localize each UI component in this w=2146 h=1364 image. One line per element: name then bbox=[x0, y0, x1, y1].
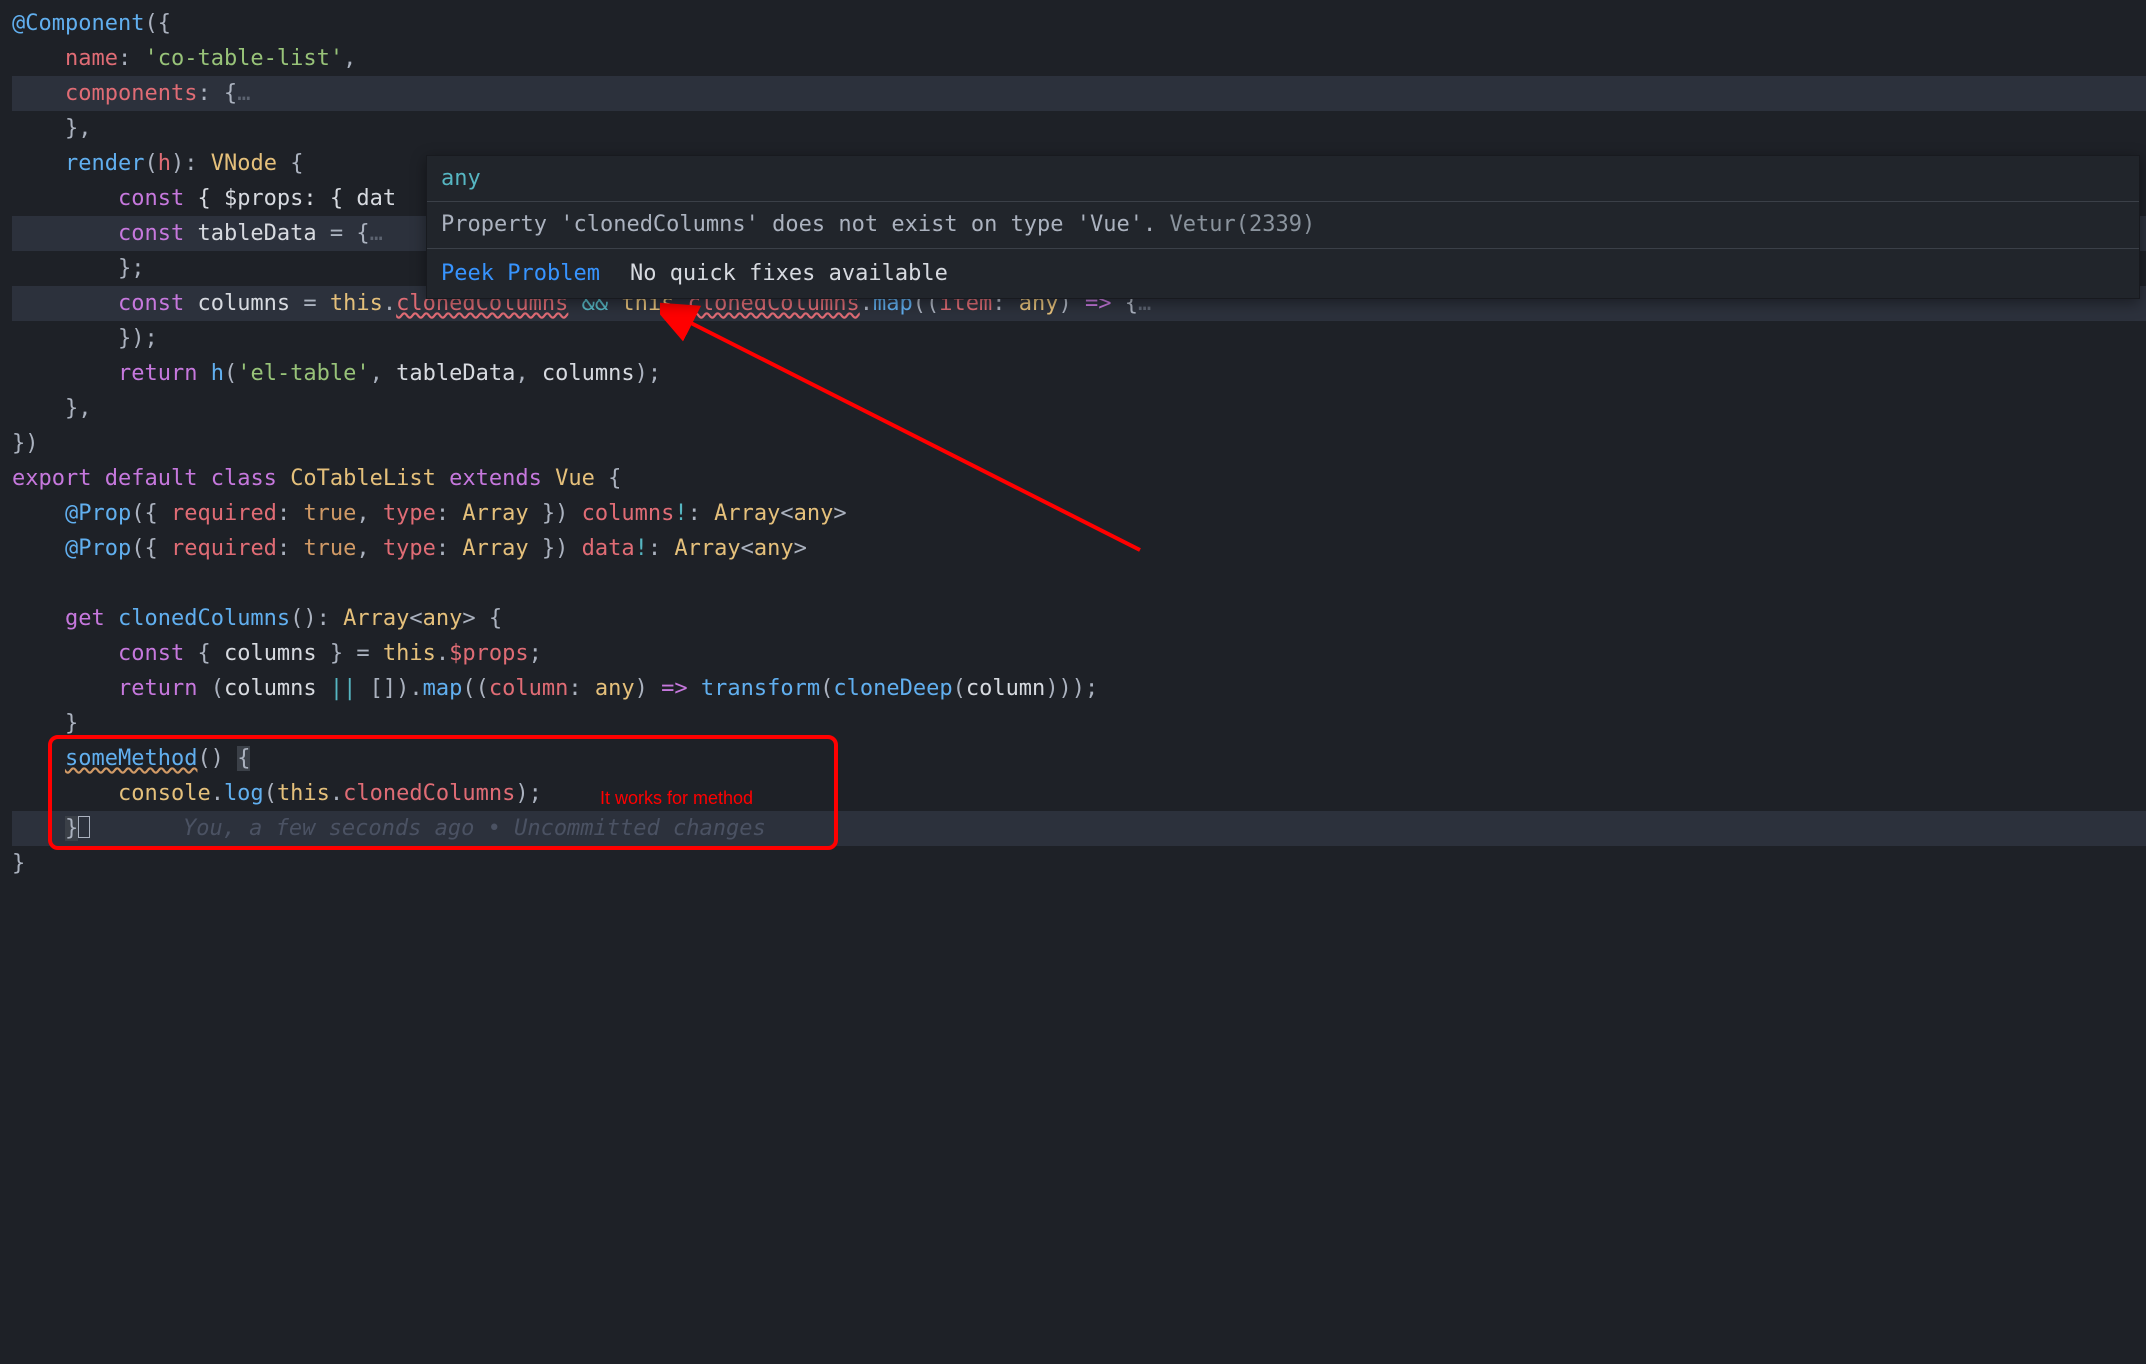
method-somemethod: someMethod bbox=[65, 746, 197, 771]
code-line[interactable]: }); bbox=[12, 321, 2146, 356]
type-array: Array bbox=[674, 536, 740, 561]
fn-h: h bbox=[211, 361, 224, 386]
hover-actions: Peek Problem No quick fixes available bbox=[427, 248, 2139, 298]
code-line[interactable] bbox=[12, 566, 2146, 601]
prop-type: type bbox=[383, 536, 436, 561]
annotation-text: It works for method bbox=[600, 788, 770, 810]
var-ref: column bbox=[966, 676, 1045, 701]
hover-source: Vetur(2339) bbox=[1170, 212, 1316, 237]
prop-required: required bbox=[171, 501, 277, 526]
code-line[interactable]: }) bbox=[12, 426, 2146, 461]
code-line[interactable]: console.log(this.clonedColumns); bbox=[12, 776, 2146, 811]
type-vnode: VNode bbox=[211, 151, 277, 176]
var-columns: columns bbox=[197, 291, 290, 316]
op-bang: ! bbox=[635, 536, 648, 561]
kw-const: const bbox=[118, 641, 184, 666]
fn-transform: transform bbox=[701, 676, 820, 701]
code-line[interactable]: components: {… bbox=[12, 76, 2146, 111]
field-data: data bbox=[582, 536, 635, 561]
method-render: render bbox=[65, 151, 144, 176]
kw-class: class bbox=[211, 466, 277, 491]
method-log: log bbox=[224, 781, 264, 806]
code-editor[interactable]: @Component({ name: 'co-table-list', comp… bbox=[0, 0, 2146, 881]
string-literal: 'co-table-list' bbox=[144, 46, 343, 71]
type-any: any bbox=[754, 536, 794, 561]
kw-const: const bbox=[118, 291, 184, 316]
method-map: map bbox=[423, 676, 463, 701]
decorator-prop: @Prop bbox=[65, 501, 131, 526]
kw-default: default bbox=[105, 466, 198, 491]
code-line[interactable]: } bbox=[12, 706, 2146, 741]
kw-extends: extends bbox=[449, 466, 542, 491]
code-line[interactable]: get clonedColumns(): Array<any> { bbox=[12, 601, 2146, 636]
hover-tooltip[interactable]: any Property 'clonedColumns' does not ex… bbox=[426, 155, 2140, 299]
type-array: Array bbox=[714, 501, 780, 526]
destructure: { $props: { dat bbox=[197, 186, 396, 211]
kw-this: this bbox=[383, 641, 436, 666]
prop-required: required bbox=[171, 536, 277, 561]
string-literal: 'el-table' bbox=[237, 361, 369, 386]
type-any: any bbox=[595, 676, 635, 701]
bool-true: true bbox=[303, 501, 356, 526]
code-line-active[interactable]: } You, a few seconds ago • Uncommitted c… bbox=[12, 811, 2146, 846]
var-ref: columns bbox=[542, 361, 635, 386]
code-line[interactable]: }, bbox=[12, 391, 2146, 426]
kw-this: this bbox=[277, 781, 330, 806]
type-array: Array bbox=[462, 501, 528, 526]
field-columns: columns bbox=[582, 501, 675, 526]
type-any: any bbox=[794, 501, 834, 526]
hover-type: any bbox=[427, 156, 2139, 201]
quickfix-label: No quick fixes available bbox=[630, 255, 948, 292]
code-line[interactable]: @Component({ bbox=[12, 6, 2146, 41]
prop-props: $props bbox=[449, 641, 528, 666]
cursor-icon bbox=[78, 816, 90, 838]
class-name: CoTableList bbox=[290, 466, 436, 491]
type-array: Array bbox=[462, 536, 528, 561]
code-line[interactable]: }, bbox=[12, 111, 2146, 146]
var-columns: columns bbox=[224, 641, 317, 666]
class-vue: Vue bbox=[555, 466, 595, 491]
var-tabledata: tableData bbox=[197, 221, 316, 246]
obj-console: console bbox=[118, 781, 211, 806]
code-line[interactable]: export default class CoTableList extends… bbox=[12, 461, 2146, 496]
kw-get: get bbox=[65, 606, 105, 631]
fold-icon[interactable]: … bbox=[237, 81, 250, 106]
prop-clonedcolumns: clonedColumns bbox=[343, 781, 515, 806]
var-ref: tableData bbox=[396, 361, 515, 386]
fold-icon[interactable]: … bbox=[370, 221, 383, 246]
prop-name: name bbox=[65, 46, 118, 71]
kw-this: this bbox=[330, 291, 383, 316]
kw-return: return bbox=[118, 361, 197, 386]
getter-clonedcolumns: clonedColumns bbox=[118, 606, 290, 631]
code-line[interactable]: return h('el-table', tableData, columns)… bbox=[12, 356, 2146, 391]
kw-const: const bbox=[118, 221, 184, 246]
code-line[interactable]: return (columns || []).map((column: any)… bbox=[12, 671, 2146, 706]
prop-components: components bbox=[65, 81, 197, 106]
fn-clonedeep: cloneDeep bbox=[833, 676, 952, 701]
op-bang: ! bbox=[674, 501, 687, 526]
hover-message: Property 'clonedColumns' does not exist … bbox=[427, 201, 2139, 247]
peek-problem-link[interactable]: Peek Problem bbox=[441, 255, 600, 292]
kw-export: export bbox=[12, 466, 91, 491]
code-line[interactable]: } bbox=[12, 846, 2146, 881]
prop-type: type bbox=[383, 501, 436, 526]
kw-return: return bbox=[118, 676, 197, 701]
code-line[interactable]: @Prop({ required: true, type: Array }) c… bbox=[12, 496, 2146, 531]
kw-const: const bbox=[118, 186, 184, 211]
type-any: any bbox=[423, 606, 463, 631]
decorator-prop: @Prop bbox=[65, 536, 131, 561]
param-h: h bbox=[158, 151, 171, 176]
code-line[interactable]: someMethod() { bbox=[12, 741, 2146, 776]
param-column: column bbox=[489, 676, 568, 701]
code-line[interactable]: name: 'co-table-list', bbox=[12, 41, 2146, 76]
code-line[interactable]: const { columns } = this.$props; bbox=[12, 636, 2146, 671]
var-ref: columns bbox=[224, 676, 317, 701]
git-blame-annotation: You, a few seconds ago • Uncommitted cha… bbox=[183, 816, 766, 841]
type-array: Array bbox=[343, 606, 409, 631]
bool-true: true bbox=[303, 536, 356, 561]
decorator: @Component bbox=[12, 11, 144, 36]
code-line[interactable]: @Prop({ required: true, type: Array }) d… bbox=[12, 531, 2146, 566]
